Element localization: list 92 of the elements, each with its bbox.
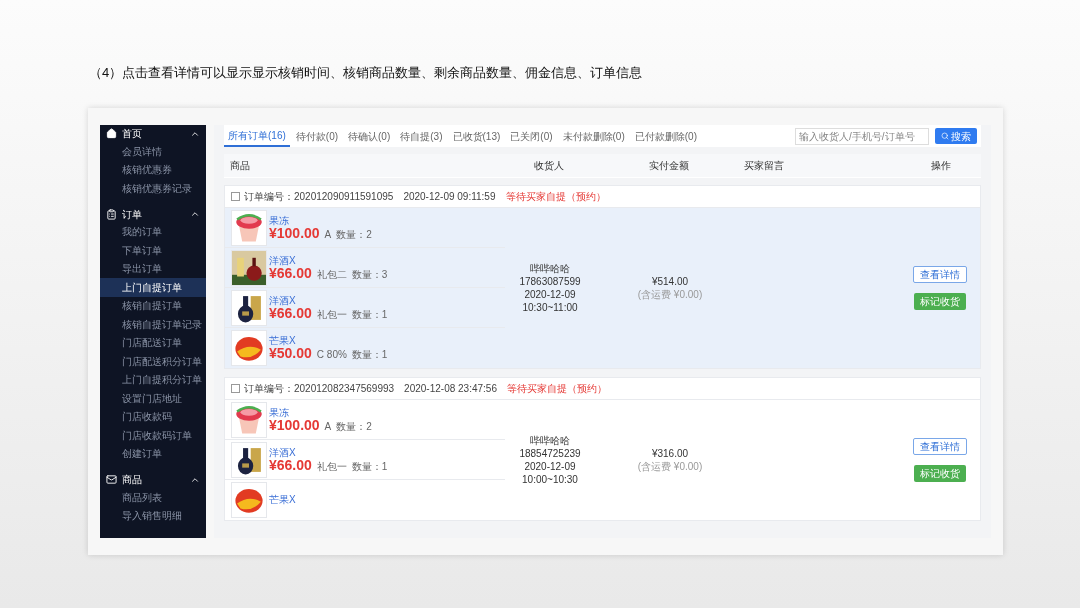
order-checkbox[interactable] [231,384,240,393]
search-icon [941,132,949,140]
product-name[interactable]: 果冻 [269,407,372,418]
order-number: 订单编号：202012082347569993 [244,382,395,396]
sidebar-item[interactable]: 上门自提积分订单 [100,370,206,389]
product-spec: 礼包一 [316,461,347,472]
group-label: 订单 [122,207,143,222]
order-tab[interactable]: 已付款删除(0) [630,125,701,147]
column-header: 实付金额 [648,159,690,173]
sidebar-group[interactable]: 商品 [100,471,206,488]
product-spec: A [324,421,332,432]
product-price: ¥100.00 [269,417,320,432]
paid-amount: ¥514.00 [651,275,689,288]
product-price: ¥50.00 [269,346,312,360]
order-status: 等待买家自提（预约） [506,382,607,396]
product-spec: 礼包二 [316,269,347,280]
receiver-info: 哔哔哈哈 [530,434,570,447]
freight-note: (含运费 ¥0.00) [637,460,703,473]
product-name[interactable]: 果冻 [269,215,372,226]
product-price: ¥100.00 [269,225,320,240]
view-details-button[interactable]: 查看详情 [913,438,967,455]
sidebar-item[interactable]: 导出订单 [100,259,206,278]
sidebar-item[interactable]: 导入销售明细 [100,506,206,525]
product-quantity: 数量：1 [351,309,388,320]
column-header: 商品 [229,159,251,173]
product-quantity: 数量：3 [351,269,388,280]
view-details-button[interactable]: 查看详情 [913,266,967,283]
column-header: 买家留言 [744,159,785,173]
envelope-icon [106,474,117,485]
group-label: 商品 [122,473,143,487]
freight-note: (含运费 ¥0.00) [637,288,703,301]
order-tab[interactable]: 未付款删除(0) [558,125,629,147]
sidebar-group[interactable]: 首页 [100,125,206,142]
column-header: 操作 [930,159,952,173]
order-tab[interactable]: 已收货(13) [448,125,505,147]
paid-amount: ¥316.00 [651,447,689,460]
sidebar-item[interactable]: 核销自提订单记录 [100,315,206,334]
receiver-info: 18854725239 [519,447,581,460]
product-quantity: 数量：1 [351,350,388,360]
sidebar-group[interactable]: 订单 [100,205,206,223]
sidebar-item[interactable]: 创建订单 [100,444,206,463]
order-tab[interactable]: 已关闭(0) [506,125,557,147]
product-name[interactable]: 洋酒X [269,295,388,306]
order-tab[interactable]: 待确认(0) [344,125,395,147]
search-button[interactable]: 搜索 [935,128,977,144]
order-tab[interactable]: 待付款(0) [291,125,343,147]
receiver-info: 2020-12-09 [524,288,576,301]
search-field[interactable]: 输入收货人/手机号/订单号 [795,127,929,145]
clipboard-icon [106,208,117,220]
column-header: 收货人 [533,159,565,173]
sidebar-item[interactable]: 门店配送订单 [100,333,206,352]
sidebar-item[interactable]: 门店配送积分订单 [100,352,206,371]
order-tab[interactable]: 待自提(3) [396,125,447,147]
receiver-info: 10:00~10:30 [522,473,578,486]
product-name[interactable]: 芒果X [269,336,388,346]
order-tab[interactable]: 所有订单(16) [224,125,290,147]
product-spec: A [324,229,332,240]
sidebar-item[interactable]: 核销优惠券 [100,160,206,179]
product-price: ¥66.00 [269,265,312,280]
product-spec: C 80% [316,350,347,360]
chevron-icon [190,209,200,219]
home-icon [106,128,117,139]
sidebar-item[interactable]: 上门自提订单 [100,278,206,297]
product-quantity: 数量：2 [336,229,372,240]
receiver-info: 17863087599 [519,275,581,288]
product-name[interactable]: 洋酒X [269,255,388,266]
sidebar-item[interactable]: 核销自提订单 [100,296,206,315]
order-status: 等待买家自提（预约） [505,190,606,204]
sidebar-item[interactable]: 核销优惠券记录 [100,179,206,198]
sidebar-item[interactable]: 下单订单 [100,241,206,260]
sidebar-item[interactable]: 我的订单 [100,222,206,241]
product-spec: 礼包一 [316,309,347,320]
order-checkbox[interactable] [231,192,240,201]
group-label: 首页 [122,127,143,141]
product-price: ¥66.00 [269,457,312,472]
slide-caption: （4）点击查看详情可以显示显示核销时间、核销商品数量、剩余商品数量、佣金信息、订单信息 [89,64,644,82]
order-time: 2020-12-08 23:47:56 [404,382,497,396]
sidebar-item[interactable]: 门店收款码订单 [100,426,206,445]
product-quantity: 数量：1 [351,461,388,472]
product-price: ¥66.00 [269,305,312,320]
product-name[interactable]: 洋酒X [269,447,388,458]
order-time: 2020-12-09 09:11:59 [403,190,496,204]
receiver-info: 10:30~11:00 [522,301,578,314]
product-name[interactable]: 芒果X [269,495,296,505]
sidebar-item[interactable]: 门店收款码 [100,407,206,426]
receiver-info: 2020-12-09 [524,460,576,473]
order-number: 订单编号：202012090911591095 [244,190,394,204]
sidebar-item[interactable]: 商品列表 [100,488,206,507]
product-quantity: 数量：2 [336,421,372,432]
sidebar-item[interactable]: 设置门店地址 [100,389,206,408]
sidebar-item[interactable]: 会员详情 [100,142,206,161]
receiver-info: 哔哔哈哈 [530,262,570,275]
